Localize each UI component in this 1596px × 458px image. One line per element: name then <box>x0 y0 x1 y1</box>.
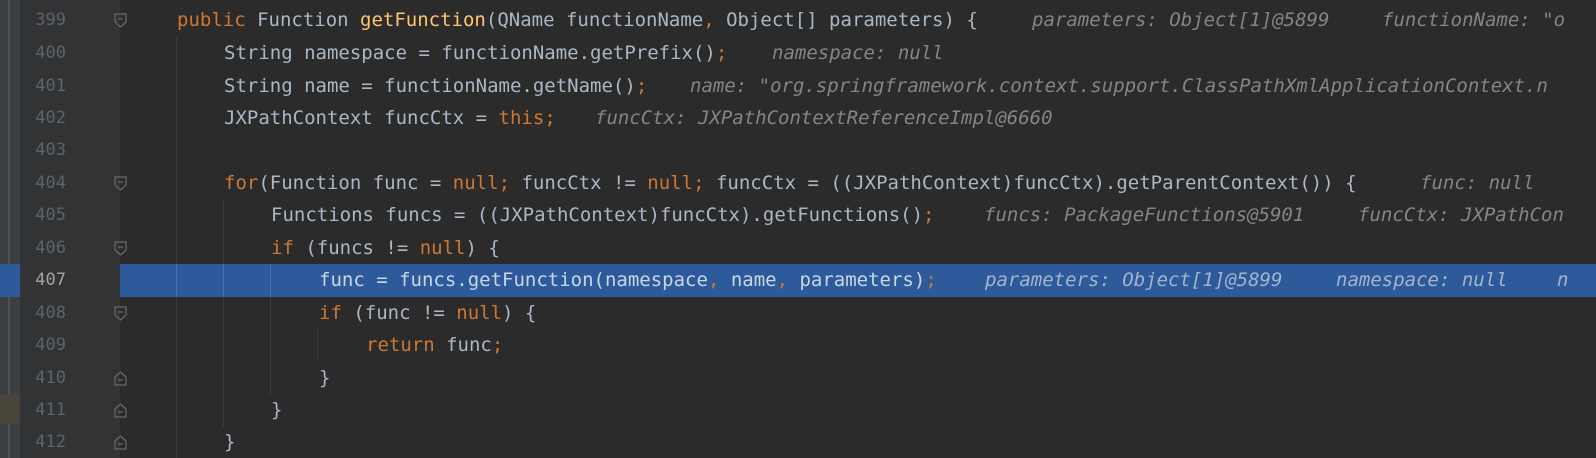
code-text[interactable]: } <box>224 426 235 458</box>
fold-collapse-icon[interactable] <box>114 13 127 28</box>
code-text[interactable]: } <box>319 362 330 395</box>
code-text[interactable]: func = funcs.getFunction(namespace, name… <box>319 264 937 297</box>
line-number[interactable]: 407 <box>20 264 66 297</box>
indent-guide <box>176 297 177 330</box>
indent-guide <box>223 199 224 232</box>
code-line[interactable]: 405 Functions funcs = ((JXPathContext)fu… <box>0 199 1596 232</box>
line-number[interactable]: 412 <box>20 426 66 458</box>
indent-guide <box>176 102 177 135</box>
code-text[interactable]: return func; <box>366 329 503 362</box>
indent-guide <box>176 37 177 70</box>
line-number[interactable]: 411 <box>20 394 66 427</box>
inline-debug-value: parameters: Object[1]@5899 <box>1032 9 1330 31</box>
code-editor[interactable]: 399 public Function getFunction(QName fu… <box>0 0 1596 458</box>
indent-guide <box>176 426 177 458</box>
code-line[interactable]: 404 for(Function func = null; funcCtx !=… <box>0 167 1596 200</box>
indent-guide <box>270 329 271 362</box>
indent-guide <box>223 264 224 297</box>
code-line[interactable]: 401 String name = functionName.getName()… <box>0 70 1596 103</box>
code-line[interactable]: 406 if (funcs != null) { <box>0 232 1596 265</box>
indent-guide <box>270 297 271 330</box>
line-number[interactable]: 401 <box>20 70 66 103</box>
line-number[interactable]: 410 <box>20 362 66 395</box>
code-line[interactable]: 411 } <box>0 394 1596 427</box>
line-number[interactable]: 400 <box>20 37 66 70</box>
code-line[interactable]: 399 public Function getFunction(QName fu… <box>0 4 1596 37</box>
indent-guide <box>176 134 177 167</box>
inline-debug-value: namespace: null <box>772 42 944 64</box>
code-line[interactable]: 410 } <box>0 362 1596 395</box>
code-text[interactable]: Functions funcs = ((JXPathContext)funcCt… <box>271 199 934 232</box>
indent-guide <box>223 232 224 265</box>
inline-debug-value: funcCtx: JXPathContextReferenceImpl@6660 <box>595 107 1053 129</box>
indent-guide <box>176 329 177 362</box>
indent-guide <box>176 232 177 265</box>
indent-guide <box>223 329 224 362</box>
code-text[interactable]: String name = functionName.getName(); <box>224 70 647 103</box>
current-execution-line[interactable]: 407 func = funcs.getFunction(namespace, … <box>0 264 1596 297</box>
code-line[interactable]: 412 } <box>0 426 1596 458</box>
fold-end-icon[interactable] <box>114 403 127 418</box>
inline-debug-value: functionName: "o <box>1382 9 1566 31</box>
line-number[interactable]: 405 <box>20 199 66 232</box>
line-number[interactable]: 408 <box>20 297 66 330</box>
indent-guide <box>223 394 224 427</box>
inline-debug-value: funcCtx: JXPathCon <box>1358 204 1564 226</box>
indent-guide <box>176 70 177 103</box>
code-line[interactable]: 403 <box>0 134 1596 167</box>
fold-collapse-icon[interactable] <box>114 241 127 256</box>
code-text[interactable]: public Function getFunction(QName functi… <box>177 4 978 37</box>
code-line[interactable]: 408 if (func != null) { <box>0 297 1596 330</box>
code-text[interactable]: } <box>271 394 282 427</box>
inline-debug-value: func: null <box>1420 172 1535 194</box>
code-text[interactable]: for(Function func = null; funcCtx != nul… <box>224 167 1357 200</box>
indent-guide <box>176 199 177 232</box>
indent-guide <box>176 362 177 395</box>
line-number[interactable]: 409 <box>20 329 66 362</box>
indent-guide <box>176 264 177 297</box>
code-text[interactable]: JXPathContext funcCtx = this; <box>224 102 556 135</box>
indent-guide <box>270 264 271 297</box>
line-number[interactable]: 403 <box>20 134 66 167</box>
code-line[interactable]: 400 String namespace = functionName.getP… <box>0 37 1596 70</box>
indent-guide <box>176 394 177 427</box>
fold-collapse-icon[interactable] <box>114 306 127 321</box>
code-text[interactable]: if (func != null) { <box>319 297 536 330</box>
indent-guide <box>223 297 224 330</box>
code-line[interactable]: 402 JXPathContext funcCtx = this; funcCt… <box>0 102 1596 135</box>
line-number[interactable]: 404 <box>20 167 66 200</box>
indent-guide <box>176 167 177 200</box>
code-text[interactable]: String namespace = functionName.getPrefi… <box>224 37 727 70</box>
fold-collapse-icon[interactable] <box>114 176 127 191</box>
fold-end-icon[interactable] <box>114 371 127 386</box>
fold-end-icon[interactable] <box>114 435 127 450</box>
indent-guide <box>317 329 318 362</box>
code-line[interactable]: 409 return func; <box>0 329 1596 362</box>
line-number[interactable]: 406 <box>20 232 66 265</box>
inline-debug-value: n <box>1557 269 1569 291</box>
code-text[interactable]: if (funcs != null) { <box>271 232 500 265</box>
inline-debug-value: namespace: null <box>1336 269 1508 291</box>
inline-debug-value: name: "org.springframework.context.suppo… <box>690 75 1548 97</box>
inline-debug-value: funcs: PackageFunctions@5901 <box>984 204 1305 226</box>
line-number[interactable]: 399 <box>20 4 66 37</box>
indent-guide <box>270 362 271 395</box>
line-number[interactable]: 402 <box>20 102 66 135</box>
inline-debug-value: parameters: Object[1]@5899 <box>985 269 1283 291</box>
indent-guide <box>223 362 224 395</box>
